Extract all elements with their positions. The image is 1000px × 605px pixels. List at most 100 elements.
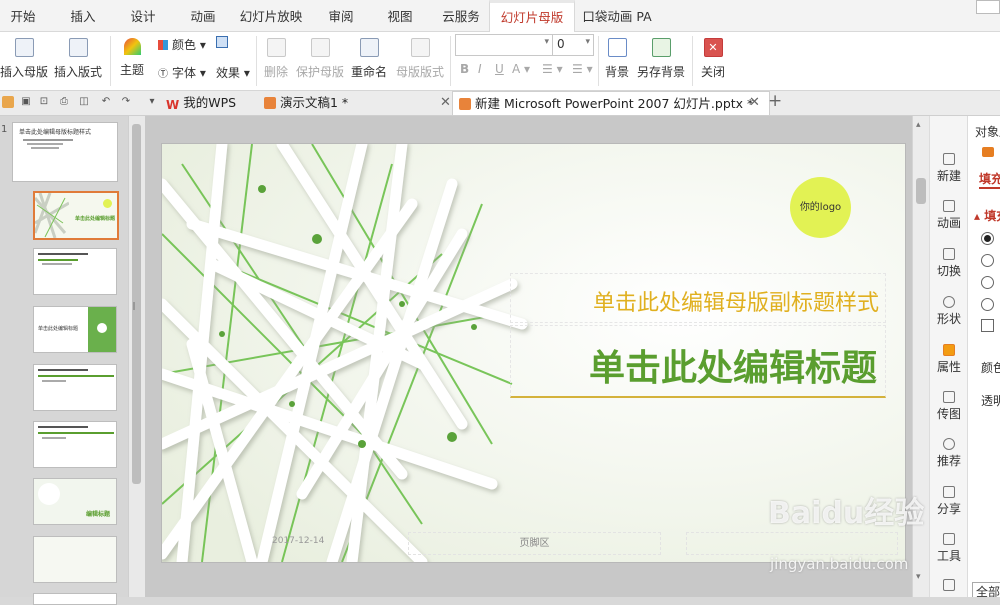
preview-icon[interactable]: ◫ <box>78 96 90 108</box>
title-placeholder[interactable]: 单击此处编辑标题 <box>510 325 886 398</box>
font-color-button[interactable]: A ▾ <box>512 62 530 76</box>
tab-fill[interactable]: 填充 <box>979 170 1000 189</box>
save-background-button[interactable]: 另存背景 <box>636 38 686 80</box>
open-icon[interactable] <box>2 96 14 108</box>
export-icon[interactable]: ⊡ <box>38 96 50 108</box>
tab-presentation-1-label: 演示文稿1 * <box>280 95 349 110</box>
underline-button[interactable]: U <box>495 62 504 76</box>
align-button[interactable]: ☰ ▾ <box>572 62 593 76</box>
checkbox-hide-background[interactable] <box>981 319 994 332</box>
tab-review[interactable]: 审阅 <box>318 0 364 31</box>
font-name-combo[interactable]: ▾ <box>455 34 553 56</box>
italic-button[interactable]: I <box>478 62 482 76</box>
layout-thumbnail[interactable] <box>33 593 117 605</box>
sidebar-item-more[interactable] <box>930 579 968 593</box>
layout-thumbnail[interactable]: 单击此处编辑标题 <box>33 306 117 353</box>
font-size-combo[interactable]: 0 ▾ <box>552 34 594 56</box>
close-master-button[interactable]: ✕ 关闭 <box>698 38 728 80</box>
sidebar-item-share[interactable]: 分享 <box>930 486 968 517</box>
layout-thumbnail[interactable] <box>33 536 117 583</box>
sidebar-item-upload-image[interactable]: 传图 <box>930 391 968 422</box>
sidebar-item-recommend[interactable]: 推荐 <box>930 438 968 469</box>
colors-dropdown[interactable]: 颜色 ▾ <box>158 36 206 53</box>
sidebar-item-properties[interactable]: 属性 <box>930 344 968 375</box>
master-layout-label: 母版版式 <box>395 65 444 79</box>
delete-button[interactable]: 删除 <box>260 38 292 80</box>
thumbnail-scrollbar[interactable]: ‖ <box>128 116 145 597</box>
insert-layout-button[interactable]: 插入版式 <box>52 38 104 80</box>
apply-all-button[interactable]: 全部 <box>972 582 1000 597</box>
redo-icon[interactable]: ↷ <box>120 96 132 108</box>
tab-presentation-1[interactable]: 演示文稿1 * <box>264 91 444 114</box>
slide-number-placeholder[interactable] <box>686 532 898 555</box>
master-thumbnail[interactable]: 单击此处编辑母版标题样式 <box>12 122 118 182</box>
sidebar-item-label: 切换 <box>936 264 961 278</box>
bullet-list-button[interactable]: ☰ ▾ <box>542 62 563 76</box>
sidebar-item-animation[interactable]: 动画 <box>930 200 968 231</box>
tab-new-pptx[interactable]: 新建 Microsoft PowerPoint 2007 幻灯片.pptx * <box>452 91 770 115</box>
layout-thumbnail[interactable] <box>33 364 117 411</box>
close-tab-icon[interactable]: ✕ <box>749 95 760 110</box>
bold-button[interactable]: B <box>460 62 469 76</box>
footer-placeholder[interactable]: 页脚区 <box>408 532 661 555</box>
background-label: 背景 <box>604 65 629 79</box>
effects-dropdown[interactable]: 效果 ▾ <box>216 64 250 81</box>
protect-master-button[interactable]: 保护母版 <box>294 38 346 80</box>
save-icon[interactable]: ▣ <box>20 96 32 108</box>
logo-placeholder[interactable]: 你的logo <box>790 177 851 238</box>
date-placeholder[interactable]: 2017-12-14 <box>272 536 324 546</box>
layout-thumbnail[interactable] <box>33 248 117 295</box>
scroll-up-icon[interactable]: ▴ <box>916 120 921 130</box>
master-layout-button[interactable]: 母版版式 <box>394 38 446 80</box>
effects-icon-button[interactable] <box>216 36 228 50</box>
transition-icon <box>943 248 955 260</box>
insert-master-button[interactable]: 插入母版 <box>0 38 48 80</box>
slide-thumbnail-pane: 1 单击此处编辑母版标题样式 单击此处编辑标题 单击此处编辑标题 编辑标题 <box>0 116 128 605</box>
panel-header: 对象属 <box>975 125 1000 139</box>
share-icon <box>943 486 955 498</box>
layout-thumbnail-text: 编辑标题 <box>86 511 111 518</box>
tab-animation[interactable]: 动画 <box>180 0 226 31</box>
fill-section-header[interactable]: ▴ 填充 <box>974 207 1000 224</box>
tab-new-pptx-label: 新建 Microsoft PowerPoint 2007 幻灯片.pptx * <box>475 96 754 111</box>
baidu-watermark: Baidu经验 <box>768 496 925 531</box>
radio-no-fill[interactable] <box>981 232 994 245</box>
tab-design[interactable]: 设计 <box>120 0 166 31</box>
layout-thumbnail[interactable]: 编辑标题 <box>33 478 117 525</box>
scroll-down-icon[interactable]: ▾ <box>916 572 921 582</box>
radio-gradient-fill[interactable] <box>981 276 994 289</box>
tab-slide-master[interactable]: 幻灯片母版 <box>489 0 575 32</box>
scrollbar-thumb[interactable] <box>916 178 926 204</box>
sidebar-item-new[interactable]: 新建 <box>930 153 968 184</box>
tab-my-wps[interactable]: W 我的WPS <box>166 91 256 114</box>
tab-pocket-animation[interactable]: 口袋动画 PA <box>580 0 654 31</box>
close-tab-icon[interactable]: ✕ <box>440 95 451 110</box>
rename-button[interactable]: 重命名 <box>348 38 390 80</box>
add-tab-button[interactable]: + <box>768 91 782 111</box>
layout-thumbnail[interactable] <box>33 421 117 468</box>
chevron-down-icon: ▾ <box>585 37 590 47</box>
tab-start[interactable]: 开始 <box>0 0 46 31</box>
customize-quick-access-icon[interactable]: ▾ <box>146 96 158 108</box>
radio-picture-fill[interactable] <box>981 298 994 311</box>
animation-icon <box>943 200 955 212</box>
tab-insert[interactable]: 插入 <box>60 0 106 31</box>
print-icon[interactable]: ⎙ <box>58 96 70 108</box>
logo-text: 你的logo <box>799 202 842 213</box>
branch-pattern-icon <box>35 193 69 238</box>
theme-button[interactable]: 主题 <box>114 38 150 78</box>
layout-thumbnail-title[interactable]: 单击此处编辑标题 <box>33 191 119 240</box>
sidebar-item-label: 传图 <box>936 407 961 421</box>
sidebar-item-tools[interactable]: 工具 <box>930 533 968 564</box>
radio-solid-fill[interactable] <box>981 254 994 267</box>
subtitle-placeholder[interactable]: 单击此处编辑母版副标题样式 <box>510 273 886 323</box>
tab-slideshow[interactable]: 幻灯片放映 <box>235 0 307 31</box>
undo-icon[interactable]: ↶ <box>100 96 112 108</box>
sidebar-item-transition[interactable]: 切换 <box>930 248 968 279</box>
tab-view[interactable]: 视图 <box>377 0 423 31</box>
sidebar-item-shape[interactable]: 形状 <box>930 296 968 327</box>
window-control[interactable] <box>976 0 1000 14</box>
fonts-dropdown[interactable]: Ⓣ 字体 ▾ <box>158 64 206 81</box>
tab-cloud[interactable]: 云服务 <box>433 0 489 31</box>
background-button[interactable]: 背景 <box>602 38 632 80</box>
